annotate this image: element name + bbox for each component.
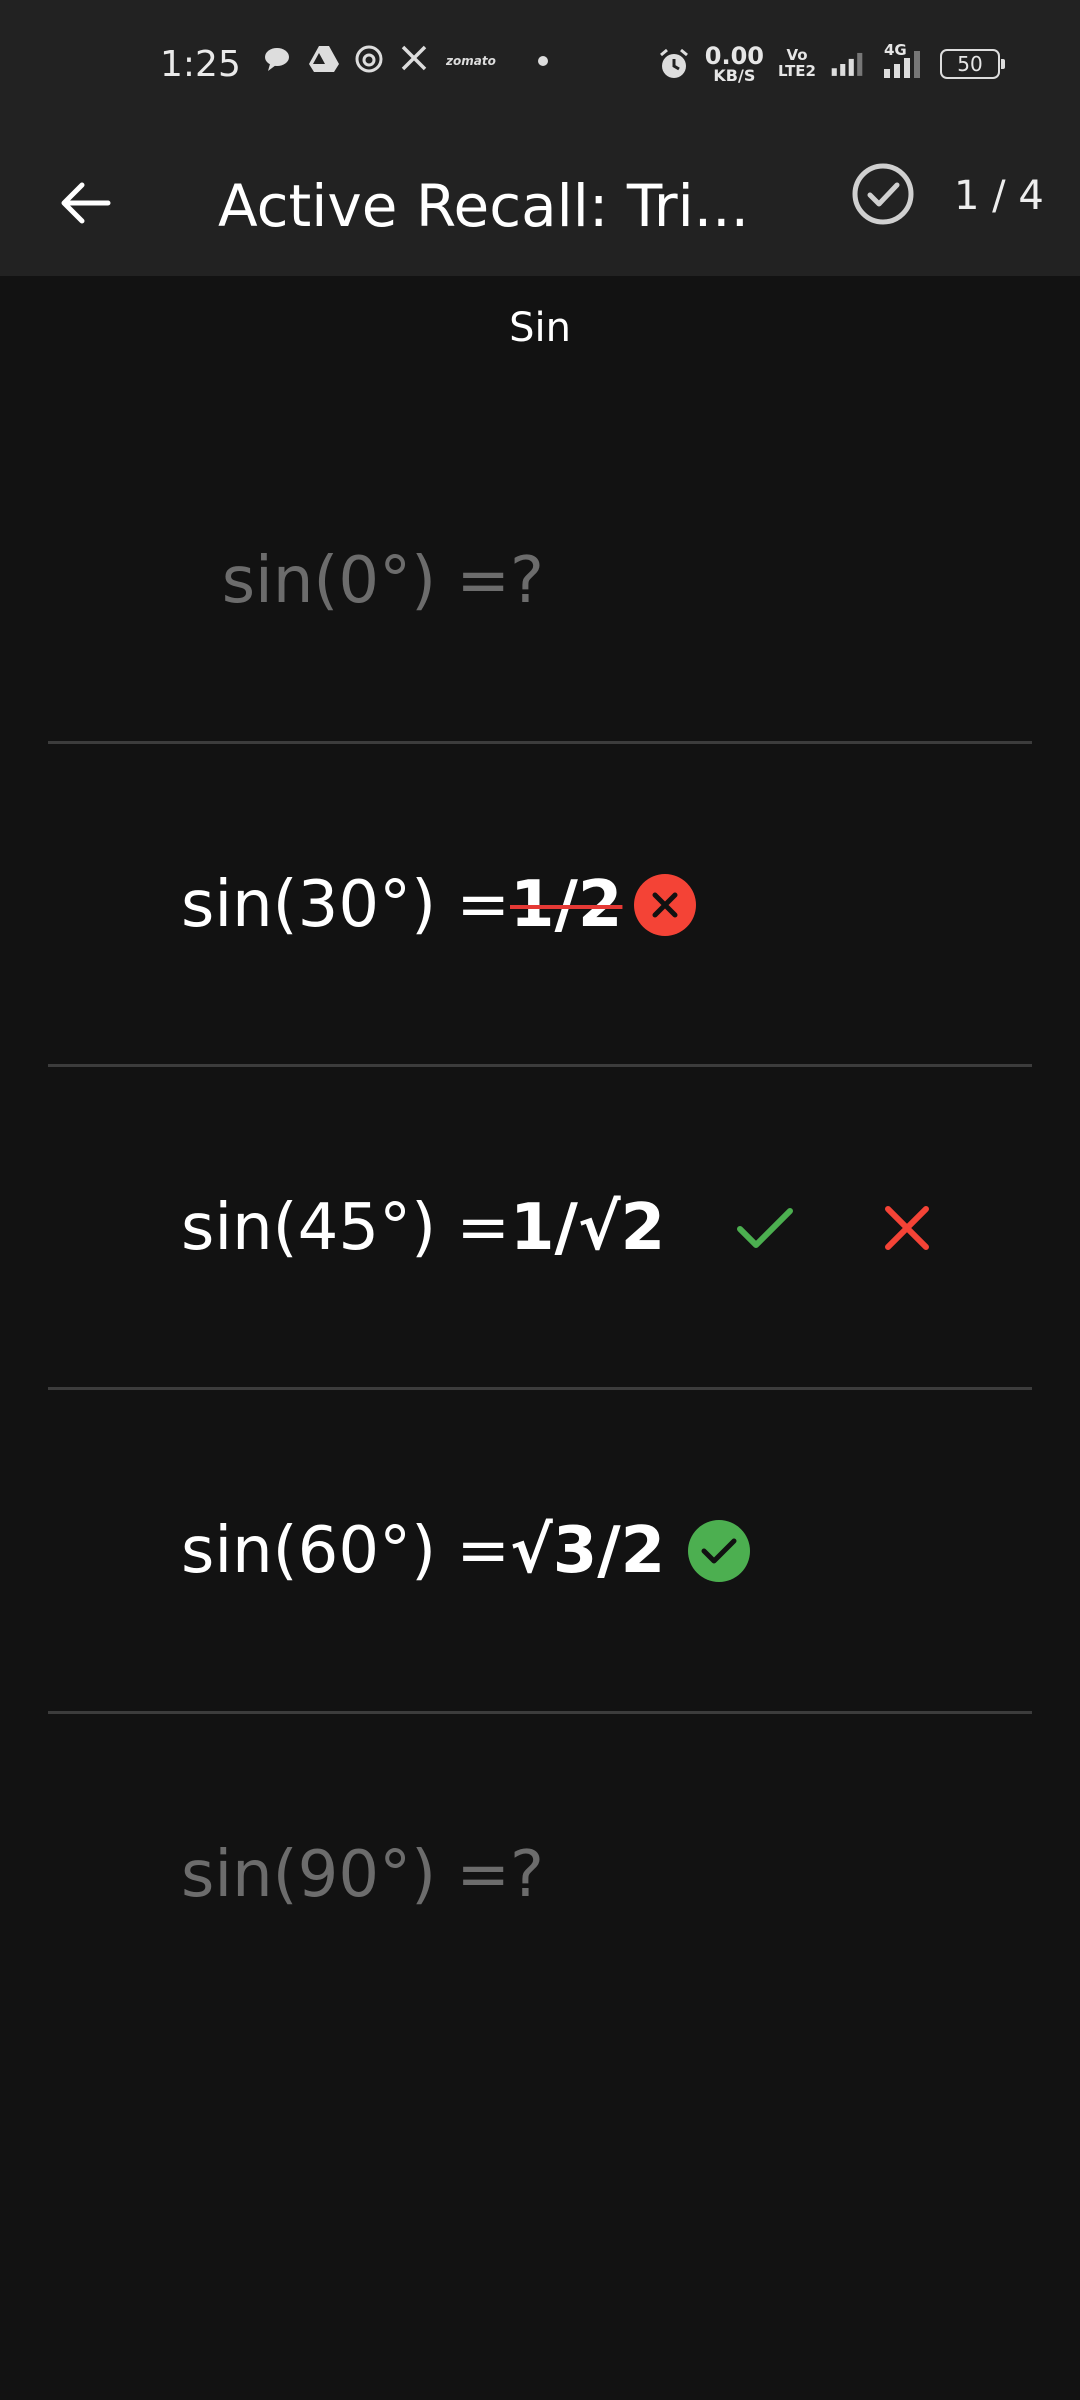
more-notifications-dot: [538, 56, 548, 66]
signal-4g-icon: 4G: [878, 41, 926, 81]
answer-placeholder[interactable]: ?: [510, 420, 544, 743]
signal-icon: [830, 47, 864, 81]
zomato-icon: zomato: [446, 54, 496, 68]
progress-counter: 1 / 4: [954, 173, 1044, 219]
correct-badge-icon: [688, 1520, 750, 1582]
notification-icons: zomato: [262, 44, 548, 78]
question-text: sin(30°) =: [180, 868, 510, 942]
answer-text: 1/√2: [510, 1191, 666, 1265]
answer-placeholder[interactable]: ?: [510, 1714, 544, 2037]
status-time: 1:25: [160, 44, 241, 85]
back-button[interactable]: [52, 170, 118, 236]
page-title: Active Recall: Tri...: [218, 172, 750, 240]
mark-incorrect-button[interactable]: [874, 1195, 940, 1261]
chat-bubble-icon: [262, 44, 296, 78]
answer-text: √3/2: [510, 1514, 666, 1588]
question-text: sin(90°) =: [180, 1838, 510, 1912]
drive-icon: [308, 44, 342, 78]
check-circle-icon: [852, 163, 914, 225]
question-text: sin(0°) =: [221, 544, 510, 618]
check-icon: [737, 1208, 793, 1248]
net-speed: 0.00 KB/S: [704, 42, 764, 85]
recall-row-4[interactable]: sin(60°) = √3/2: [48, 1390, 1032, 1713]
volte-indicator: Vo LTE2: [778, 46, 816, 80]
app-bar: Active Recall: Tri... 1 / 4: [0, 134, 1080, 276]
finish-button[interactable]: [848, 159, 918, 229]
question-text: sin(45°) =: [180, 1191, 510, 1265]
status-bar: 1:25 zomato 0.00 KB/S Vo LTE2 4G 50: [0, 0, 1080, 134]
answer-text: 1/2: [510, 868, 623, 942]
arrow-left-icon: [61, 182, 111, 224]
recall-row-3[interactable]: sin(45°) = 1/√2: [48, 1067, 1032, 1390]
recall-row-1[interactable]: sin(0°) = ?: [48, 420, 1032, 743]
section-title: Sin: [509, 305, 571, 351]
x-icon: [400, 44, 434, 78]
incorrect-badge-icon: [634, 874, 696, 936]
system-icons: 0.00 KB/S Vo LTE2 4G 50: [657, 41, 1005, 85]
alarm-icon: [657, 47, 691, 81]
threads-icon: [354, 44, 388, 78]
recall-row-5[interactable]: sin(90°) = ?: [48, 1714, 1032, 2037]
mark-correct-button[interactable]: [732, 1195, 798, 1261]
recall-row-2[interactable]: sin(30°) = 1/2: [48, 744, 1032, 1067]
question-text: sin(60°) =: [180, 1514, 510, 1588]
close-icon: [885, 1206, 929, 1250]
battery-icon: 50: [940, 49, 1005, 79]
